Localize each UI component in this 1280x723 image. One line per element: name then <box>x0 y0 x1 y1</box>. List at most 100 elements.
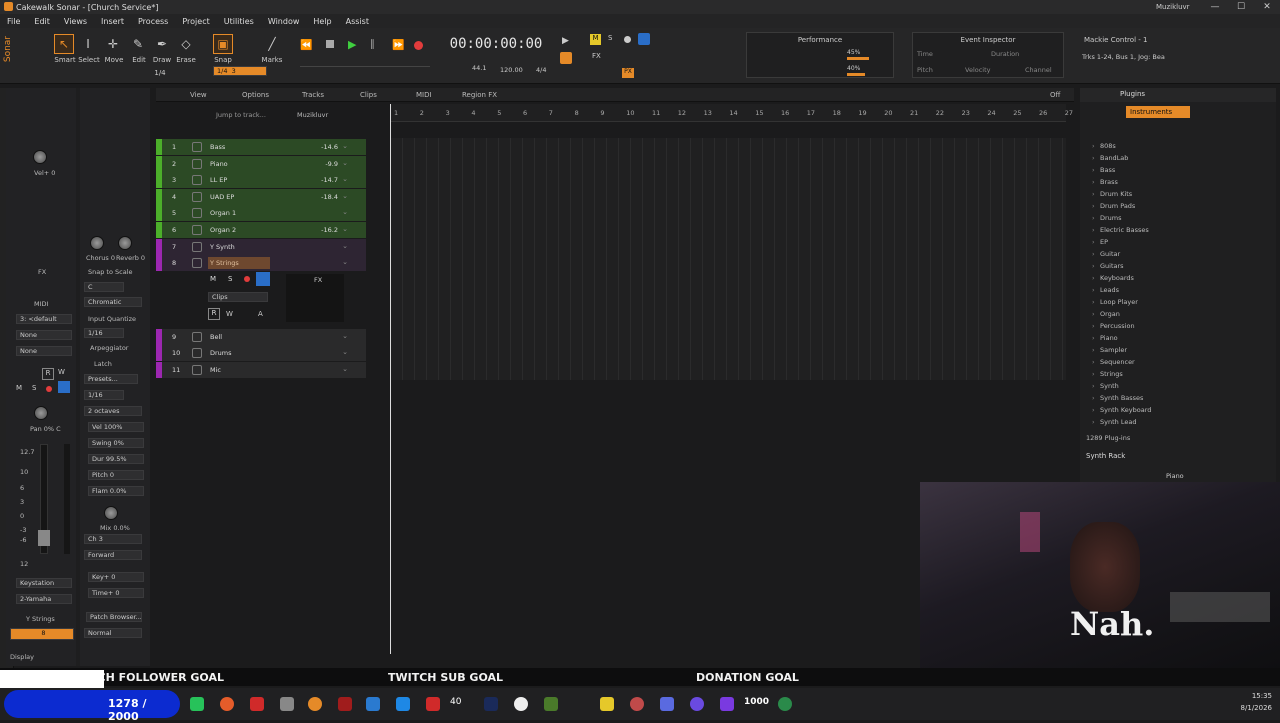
record-button[interactable] <box>414 41 423 50</box>
instrument-icon[interactable] <box>192 258 202 268</box>
mix-knob[interactable] <box>104 506 118 520</box>
browser-item[interactable]: Drum Pads <box>1092 202 1135 210</box>
firefox-icon[interactable] <box>220 697 234 711</box>
playhead[interactable] <box>390 104 391 654</box>
track-name[interactable]: Bass <box>210 143 225 151</box>
patch-browser-button[interactable]: Patch Browser... <box>86 612 142 622</box>
app-red-icon[interactable] <box>338 697 352 711</box>
browser-item[interactable]: 808s <box>1092 142 1116 150</box>
chevron-down-icon[interactable]: ⌄ <box>342 192 348 200</box>
edge-icon[interactable] <box>366 697 380 711</box>
browser-item[interactable]: Synth Keyboard <box>1092 406 1151 414</box>
arm-all-icon[interactable] <box>624 36 631 43</box>
snap-off[interactable]: Off <box>1050 91 1060 99</box>
mute-all-icon[interactable]: M <box>590 34 601 45</box>
scale-type-select[interactable]: Chromatic <box>84 297 142 307</box>
track-name[interactable]: Piano <box>210 160 228 168</box>
menu-midi[interactable]: MIDI <box>416 91 432 99</box>
solo-all-icon[interactable]: S <box>608 34 612 42</box>
midi-input-select[interactable]: None <box>16 330 72 340</box>
stop-button[interactable] <box>326 40 334 48</box>
timecode-display[interactable]: 00:00:00:00 <box>446 36 546 56</box>
input-echo-icon[interactable] <box>638 33 650 45</box>
browser-item[interactable]: Sampler <box>1092 346 1127 354</box>
track8-fx-bin[interactable]: FX <box>286 274 344 322</box>
meter-display[interactable]: 4/4 <box>536 66 546 74</box>
menu-project[interactable]: Project <box>175 17 216 26</box>
latch-label[interactable]: Latch <box>94 360 112 368</box>
control-surface-name[interactable]: Mackie Control - 1 <box>1084 36 1147 44</box>
browser-item[interactable]: Guitars <box>1092 262 1123 270</box>
arp-pitch[interactable]: Pitch 0 <box>88 470 144 480</box>
channel-select[interactable]: Ch 3 <box>84 534 142 544</box>
marks-icon[interactable]: ╱ <box>262 34 282 54</box>
chevron-down-icon[interactable]: ⌄ <box>342 208 348 216</box>
menu-utilities[interactable]: Utilities <box>217 17 261 26</box>
maximize-button[interactable]: ☐ <box>1228 0 1254 14</box>
close-button[interactable]: ✕ <box>1254 0 1280 14</box>
menu-clips[interactable]: Clips <box>360 91 377 99</box>
menu-window[interactable]: Window <box>261 17 307 26</box>
chevron-down-icon[interactable]: ⌄ <box>342 159 348 167</box>
position-slider[interactable] <box>300 66 430 76</box>
browser-item[interactable]: Guitar <box>1092 250 1120 258</box>
scale-key-select[interactable]: C <box>84 282 124 292</box>
track8-solo[interactable]: S <box>228 275 232 283</box>
photoshop-icon[interactable] <box>484 697 498 711</box>
chevron-down-icon[interactable]: ⌄ <box>342 225 348 233</box>
track-row[interactable]: 2 Piano -9.9 ⌄ <box>156 156 366 172</box>
arp-duration[interactable]: Dur 99.5% <box>88 454 144 464</box>
arp-presets-select[interactable]: Presets... <box>84 374 138 384</box>
draw-tool-icon[interactable]: ✒ <box>152 34 172 54</box>
track-name[interactable]: Organ 2 <box>210 226 236 234</box>
edit-tool-icon[interactable]: ✎ <box>128 34 148 54</box>
arp-flam[interactable]: Flam 0.0% <box>88 486 144 496</box>
track-name[interactable]: Bell <box>210 333 222 341</box>
app-icon-2[interactable] <box>426 697 440 711</box>
loop-icon[interactable]: ▶ <box>562 36 569 46</box>
volume-fader-handle[interactable] <box>38 530 50 546</box>
app-round-icon[interactable] <box>778 697 792 711</box>
move-tool-icon[interactable]: ✛ <box>103 34 123 54</box>
browser-item[interactable]: EP <box>1092 238 1108 246</box>
px-icon[interactable]: PX <box>622 68 634 78</box>
track-name[interactable]: Mic <box>210 366 221 374</box>
track-name[interactable]: Organ 1 <box>210 209 236 217</box>
chorus-knob[interactable] <box>90 236 104 250</box>
track-volume[interactable]: -16.2 <box>321 226 338 234</box>
instruments-tab[interactable]: Instruments <box>1126 106 1190 118</box>
track8-clips-select[interactable]: Clips <box>208 292 268 302</box>
track-row[interactable]: 9 Bell ⌄ <box>156 329 366 345</box>
track-row[interactable]: 3 LL EP -14.7 ⌄ <box>156 172 366 188</box>
rewind-button[interactable]: ⏪ <box>300 40 312 51</box>
track8-arm[interactable] <box>244 276 250 282</box>
arm-button-inspector[interactable] <box>46 386 52 392</box>
browser-item[interactable]: Bass <box>1092 166 1115 174</box>
browser-item[interactable]: Organ <box>1092 310 1120 318</box>
chevron-down-icon[interactable]: ⌄ <box>342 242 348 250</box>
browser-item[interactable]: Sequencer <box>1092 358 1135 366</box>
folder-icon[interactable] <box>600 697 614 711</box>
menu-insert[interactable]: Insert <box>94 17 131 26</box>
track-volume[interactable]: -18.4 <box>321 193 338 201</box>
instrument-icon[interactable] <box>192 159 202 169</box>
keystation-select[interactable]: Keystation <box>16 578 72 588</box>
track8-mute[interactable]: M <box>210 275 216 283</box>
read-automation-button[interactable]: R <box>42 368 54 380</box>
yamaha-select[interactable]: 2-Yamaha <box>16 594 72 604</box>
browser-item[interactable]: Synth <box>1092 382 1119 390</box>
menu-assist[interactable]: Assist <box>339 17 376 26</box>
input-echo-inspector[interactable] <box>58 381 70 393</box>
browser-item[interactable]: Brass <box>1092 178 1118 186</box>
snap-icon[interactable]: ▣ <box>213 34 233 54</box>
minimize-button[interactable]: — <box>1202 0 1228 14</box>
instrument-icon[interactable] <box>192 242 202 252</box>
instrument-icon[interactable] <box>192 142 202 152</box>
browser-item[interactable]: Percussion <box>1092 322 1135 330</box>
track-row[interactable]: 11 Mic ⌄ <box>156 362 366 378</box>
browser-item[interactable]: Electric Basses <box>1092 226 1149 234</box>
browser-item[interactable]: Drum Kits <box>1092 190 1132 198</box>
track-volume[interactable]: -14.7 <box>321 176 338 184</box>
smart-tool-icon[interactable]: ↖ <box>54 34 74 54</box>
erase-tool-icon[interactable]: ◇ <box>176 34 196 54</box>
